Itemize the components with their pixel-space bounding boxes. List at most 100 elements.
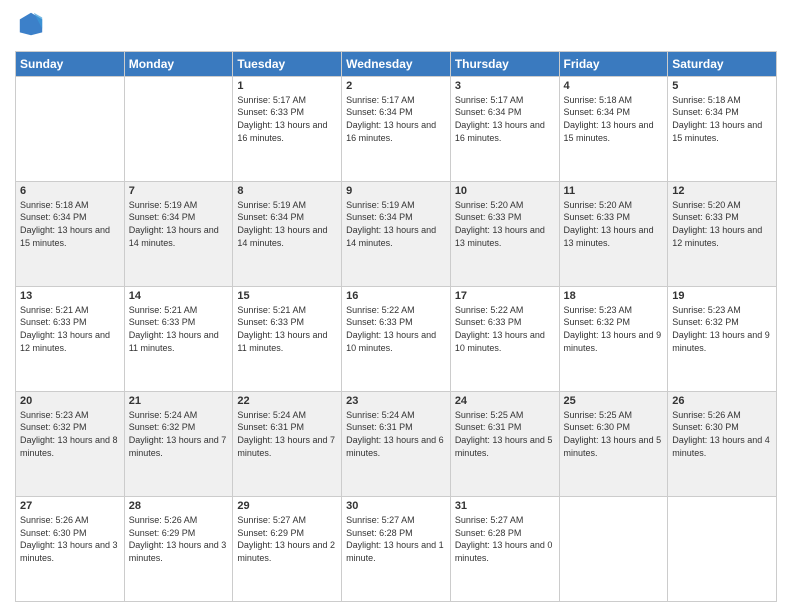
logo-icon (17, 10, 45, 38)
day-info: Sunrise: 5:21 AM Sunset: 6:33 PM Dayligh… (20, 304, 120, 354)
header (15, 10, 777, 43)
calendar-cell (124, 76, 233, 181)
calendar-header-row: SundayMondayTuesdayWednesdayThursdayFrid… (16, 51, 777, 76)
day-info: Sunrise: 5:23 AM Sunset: 6:32 PM Dayligh… (672, 304, 772, 354)
day-info: Sunrise: 5:23 AM Sunset: 6:32 PM Dayligh… (20, 409, 120, 459)
day-number: 20 (20, 395, 120, 407)
calendar-cell: 19Sunrise: 5:23 AM Sunset: 6:32 PM Dayli… (668, 286, 777, 391)
calendar-cell: 6 Sunrise: 5:18 AM Sunset: 6:34 PM Daylig… (16, 181, 125, 286)
calendar-cell: 25 Sunrise: 5:25 AM Sunset: 6:30 PM Dayli… (559, 391, 668, 496)
day-number: 10 (455, 185, 555, 197)
day-number: 12 (672, 185, 772, 197)
calendar-cell: 5Sunrise: 5:18 AM Sunset: 6:34 PM Daylig… (668, 76, 777, 181)
day-info: Sunrise: 5:26 AM Sunset: 6:30 PM Dayligh… (20, 514, 120, 564)
day-info: Sunrise: 5:17 AM Sunset: 6:33 PM Dayligh… (237, 94, 337, 144)
calendar-cell: 21 Sunrise: 5:24 AM Sunset: 6:32 PM Dayli… (124, 391, 233, 496)
day-number: 7 (129, 185, 229, 197)
calendar-cell: 12 Sunrise: 5:20 AM Sunset: 6:33 PM Dayli… (668, 181, 777, 286)
day-info: Sunrise: 5:22 AM Sunset: 6:33 PM Dayligh… (455, 304, 555, 354)
calendar-week-1: 1 Sunrise: 5:17 AM Sunset: 6:33 PM Daylig… (16, 76, 777, 181)
day-number: 13 (20, 290, 120, 302)
day-info: Sunrise: 5:26 AM Sunset: 6:30 PM Dayligh… (672, 409, 772, 459)
day-header-monday: Monday (124, 51, 233, 76)
calendar-cell: 4Sunrise: 5:18 AM Sunset: 6:34 PM Daylig… (559, 76, 668, 181)
calendar-cell (16, 76, 125, 181)
calendar-cell: 30 Sunrise: 5:27 AM Sunset: 6:28 PM Dayli… (342, 496, 451, 601)
calendar-cell: 31 Sunrise: 5:27 AM Sunset: 6:28 PM Dayli… (450, 496, 559, 601)
day-info: Sunrise: 5:24 AM Sunset: 6:32 PM Dayligh… (129, 409, 229, 459)
day-info: Sunrise: 5:27 AM Sunset: 6:29 PM Dayligh… (237, 514, 337, 564)
day-number: 31 (455, 500, 555, 512)
calendar-cell: 24 Sunrise: 5:25 AM Sunset: 6:31 PM Dayli… (450, 391, 559, 496)
calendar-table: SundayMondayTuesdayWednesdayThursdayFrid… (15, 51, 777, 602)
day-info: Sunrise: 5:18 AM Sunset: 6:34 PM Dayligh… (20, 199, 120, 249)
calendar-week-4: 20 Sunrise: 5:23 AM Sunset: 6:32 PM Dayli… (16, 391, 777, 496)
day-number: 8 (237, 185, 337, 197)
calendar-cell: 23 Sunrise: 5:24 AM Sunset: 6:31 PM Dayli… (342, 391, 451, 496)
day-info: Sunrise: 5:26 AM Sunset: 6:29 PM Dayligh… (129, 514, 229, 564)
calendar-cell: 1 Sunrise: 5:17 AM Sunset: 6:33 PM Daylig… (233, 76, 342, 181)
calendar-cell (668, 496, 777, 601)
day-info: Sunrise: 5:24 AM Sunset: 6:31 PM Dayligh… (346, 409, 446, 459)
day-header-thursday: Thursday (450, 51, 559, 76)
day-info: Sunrise: 5:25 AM Sunset: 6:31 PM Dayligh… (455, 409, 555, 459)
calendar-cell: 10 Sunrise: 5:20 AM Sunset: 6:33 PM Dayli… (450, 181, 559, 286)
calendar-cell: 13 Sunrise: 5:21 AM Sunset: 6:33 PM Dayli… (16, 286, 125, 391)
day-info: Sunrise: 5:19 AM Sunset: 6:34 PM Dayligh… (129, 199, 229, 249)
day-number: 2 (346, 80, 446, 92)
day-info: Sunrise: 5:21 AM Sunset: 6:33 PM Dayligh… (237, 304, 337, 354)
calendar-cell: 15 Sunrise: 5:21 AM Sunset: 6:33 PM Dayli… (233, 286, 342, 391)
day-info: Sunrise: 5:23 AM Sunset: 6:32 PM Dayligh… (564, 304, 664, 354)
day-info: Sunrise: 5:17 AM Sunset: 6:34 PM Dayligh… (455, 94, 555, 144)
calendar-cell: 29 Sunrise: 5:27 AM Sunset: 6:29 PM Dayli… (233, 496, 342, 601)
day-number: 18 (564, 290, 664, 302)
calendar-cell: 9Sunrise: 5:19 AM Sunset: 6:34 PM Daylig… (342, 181, 451, 286)
day-number: 27 (20, 500, 120, 512)
day-number: 21 (129, 395, 229, 407)
calendar-week-3: 13 Sunrise: 5:21 AM Sunset: 6:33 PM Dayli… (16, 286, 777, 391)
day-number: 17 (455, 290, 555, 302)
day-number: 30 (346, 500, 446, 512)
day-info: Sunrise: 5:17 AM Sunset: 6:34 PM Dayligh… (346, 94, 446, 144)
day-number: 28 (129, 500, 229, 512)
day-number: 16 (346, 290, 446, 302)
calendar-cell: 8 Sunrise: 5:19 AM Sunset: 6:34 PM Daylig… (233, 181, 342, 286)
day-number: 24 (455, 395, 555, 407)
day-header-sunday: Sunday (16, 51, 125, 76)
logo (15, 10, 45, 43)
day-info: Sunrise: 5:20 AM Sunset: 6:33 PM Dayligh… (672, 199, 772, 249)
day-info: Sunrise: 5:22 AM Sunset: 6:33 PM Dayligh… (346, 304, 446, 354)
day-number: 22 (237, 395, 337, 407)
calendar-cell: 7 Sunrise: 5:19 AM Sunset: 6:34 PM Daylig… (124, 181, 233, 286)
calendar-cell: 16 Sunrise: 5:22 AM Sunset: 6:33 PM Dayli… (342, 286, 451, 391)
day-info: Sunrise: 5:27 AM Sunset: 6:28 PM Dayligh… (455, 514, 555, 564)
calendar-cell: 18 Sunrise: 5:23 AM Sunset: 6:32 PM Dayli… (559, 286, 668, 391)
day-header-saturday: Saturday (668, 51, 777, 76)
calendar-cell: 27 Sunrise: 5:26 AM Sunset: 6:30 PM Dayli… (16, 496, 125, 601)
day-number: 1 (237, 80, 337, 92)
day-header-friday: Friday (559, 51, 668, 76)
day-number: 23 (346, 395, 446, 407)
day-header-tuesday: Tuesday (233, 51, 342, 76)
calendar-week-2: 6 Sunrise: 5:18 AM Sunset: 6:34 PM Daylig… (16, 181, 777, 286)
day-number: 5 (672, 80, 772, 92)
day-info: Sunrise: 5:24 AM Sunset: 6:31 PM Dayligh… (237, 409, 337, 459)
day-number: 29 (237, 500, 337, 512)
day-info: Sunrise: 5:20 AM Sunset: 6:33 PM Dayligh… (455, 199, 555, 249)
day-info: Sunrise: 5:27 AM Sunset: 6:28 PM Dayligh… (346, 514, 446, 564)
day-number: 26 (672, 395, 772, 407)
day-info: Sunrise: 5:20 AM Sunset: 6:33 PM Dayligh… (564, 199, 664, 249)
calendar-cell: 14Sunrise: 5:21 AM Sunset: 6:33 PM Dayli… (124, 286, 233, 391)
day-number: 25 (564, 395, 664, 407)
calendar-week-5: 27 Sunrise: 5:26 AM Sunset: 6:30 PM Dayli… (16, 496, 777, 601)
day-number: 6 (20, 185, 120, 197)
calendar-cell: 3Sunrise: 5:17 AM Sunset: 6:34 PM Daylig… (450, 76, 559, 181)
day-header-wednesday: Wednesday (342, 51, 451, 76)
day-info: Sunrise: 5:19 AM Sunset: 6:34 PM Dayligh… (237, 199, 337, 249)
day-info: Sunrise: 5:25 AM Sunset: 6:30 PM Dayligh… (564, 409, 664, 459)
day-info: Sunrise: 5:19 AM Sunset: 6:34 PM Dayligh… (346, 199, 446, 249)
calendar-cell: 17 Sunrise: 5:22 AM Sunset: 6:33 PM Dayli… (450, 286, 559, 391)
day-number: 4 (564, 80, 664, 92)
page-container: SundayMondayTuesdayWednesdayThursdayFrid… (0, 0, 792, 612)
day-number: 15 (237, 290, 337, 302)
